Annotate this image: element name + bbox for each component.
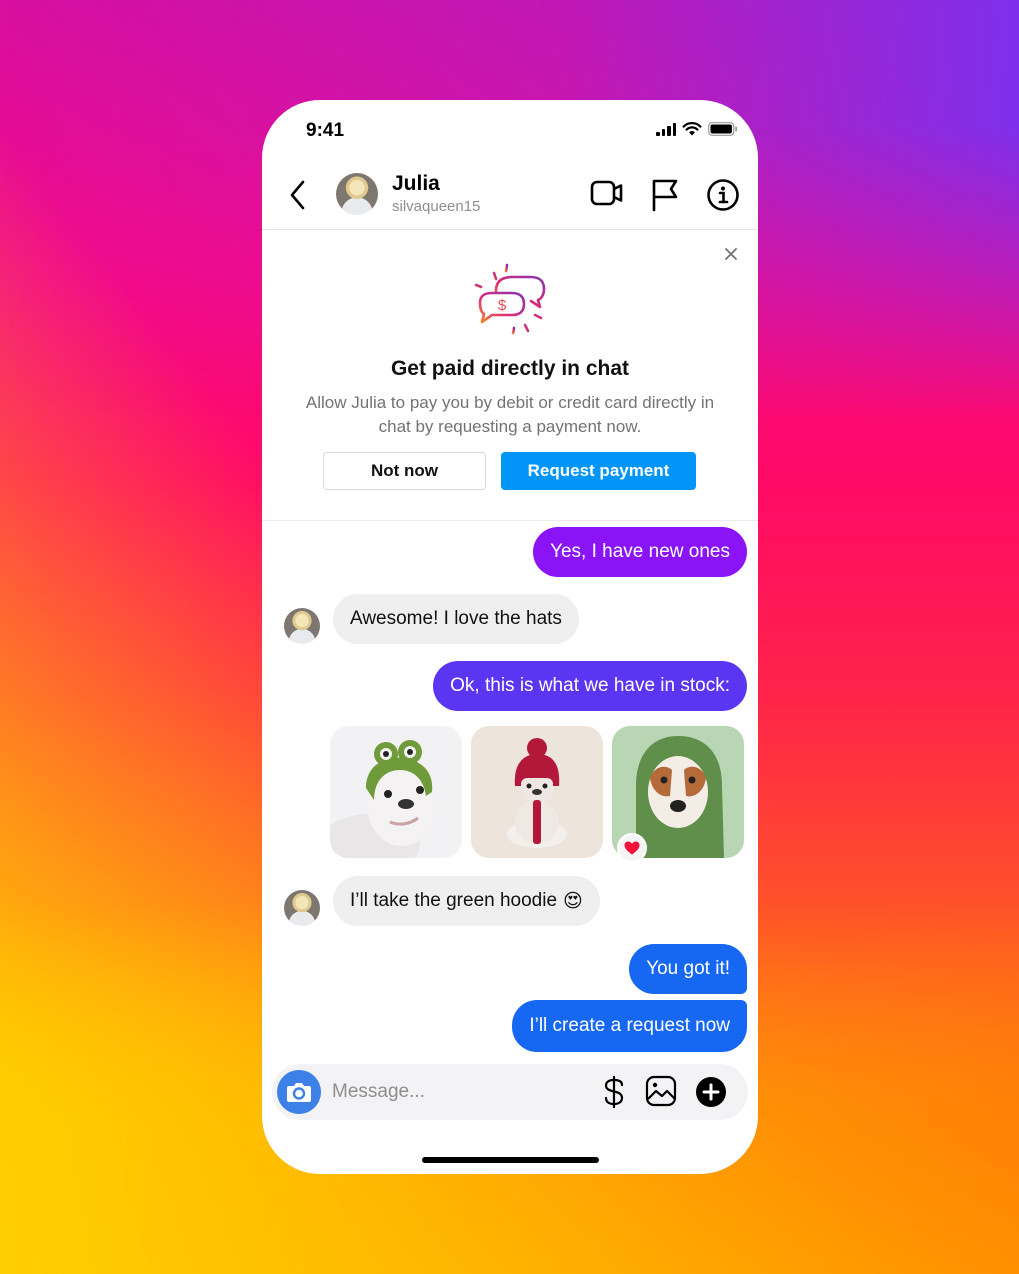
sender-avatar[interactable] bbox=[284, 608, 320, 644]
video-call-button[interactable] bbox=[590, 178, 624, 213]
message-text: Ok, this is what we have in stock: bbox=[450, 675, 730, 696]
message-outgoing[interactable]: I’ll create a request now bbox=[512, 1000, 747, 1052]
plus-circle-icon bbox=[696, 1077, 726, 1107]
video-camera-icon bbox=[590, 180, 623, 206]
message-input[interactable] bbox=[332, 1076, 582, 1108]
message-outgoing[interactable]: Yes, I have new ones bbox=[533, 527, 747, 577]
payment-chat-bubbles-icon: $ bbox=[474, 263, 546, 335]
message-outgoing[interactable]: You got it! bbox=[629, 944, 747, 994]
camera-icon bbox=[287, 1083, 311, 1102]
back-button[interactable] bbox=[286, 180, 310, 210]
sender-avatar[interactable] bbox=[284, 890, 320, 926]
heart-icon bbox=[624, 841, 640, 855]
message-composer bbox=[272, 1064, 748, 1120]
request-payment-button[interactable]: Request payment bbox=[501, 452, 696, 490]
gallery-icon bbox=[645, 1075, 677, 1107]
dollar-icon bbox=[604, 1075, 624, 1109]
chat-header: Julia silvaqueen15 bbox=[262, 166, 758, 230]
payment-promo-banner: $ Get paid directly in chat Allow Julia … bbox=[262, 231, 758, 521]
payment-button[interactable] bbox=[602, 1075, 626, 1114]
cellular-signal-icon bbox=[656, 122, 676, 136]
wifi-icon bbox=[682, 122, 702, 136]
photo-frog-hat-dog[interactable] bbox=[330, 726, 462, 858]
camera-button[interactable] bbox=[277, 1070, 321, 1114]
message-incoming[interactable]: I’ll take the green hoodie 😍 bbox=[333, 876, 600, 926]
message-text: Yes, I have new ones bbox=[550, 541, 730, 562]
not-now-button[interactable]: Not now bbox=[323, 452, 486, 490]
message-text: I’ll take the green hoodie bbox=[350, 890, 558, 911]
photo-red-beanie-dog[interactable] bbox=[471, 726, 603, 858]
message-incoming[interactable]: Awesome! I love the hats bbox=[333, 594, 579, 644]
close-banner-button[interactable] bbox=[724, 247, 738, 261]
more-options-button[interactable] bbox=[695, 1076, 727, 1113]
contact-name[interactable]: Julia bbox=[392, 172, 440, 196]
message-text: I’ll create a request now bbox=[529, 1015, 730, 1036]
close-icon bbox=[725, 248, 737, 260]
home-indicator[interactable] bbox=[422, 1157, 599, 1163]
phone-screen: 9:41 Julia silvaqueen15 $ Get paid direc… bbox=[262, 100, 758, 1174]
info-button[interactable] bbox=[706, 178, 740, 217]
banner-description: Allow Julia to pay you by debit or credi… bbox=[305, 393, 715, 436]
status-time: 9:41 bbox=[306, 120, 345, 141]
battery-icon bbox=[708, 122, 737, 136]
contact-avatar[interactable] bbox=[336, 173, 378, 215]
chevron-left-icon bbox=[290, 180, 305, 210]
report-button[interactable] bbox=[650, 178, 680, 217]
flag-icon bbox=[652, 179, 678, 212]
status-icons bbox=[656, 122, 738, 136]
info-icon bbox=[707, 179, 739, 211]
heart-eyes-emoji: 😍 bbox=[563, 890, 583, 912]
message-text: You got it! bbox=[646, 958, 730, 979]
message-text: Awesome! I love the hats bbox=[350, 608, 562, 629]
gallery-button[interactable] bbox=[645, 1075, 677, 1112]
heart-reaction[interactable] bbox=[617, 833, 647, 863]
banner-title: Get paid directly in chat bbox=[390, 357, 630, 380]
message-outgoing[interactable]: Ok, this is what we have in stock: bbox=[433, 661, 747, 711]
contact-handle: silvaqueen15 bbox=[392, 198, 481, 215]
svg-text:$: $ bbox=[498, 297, 507, 314]
